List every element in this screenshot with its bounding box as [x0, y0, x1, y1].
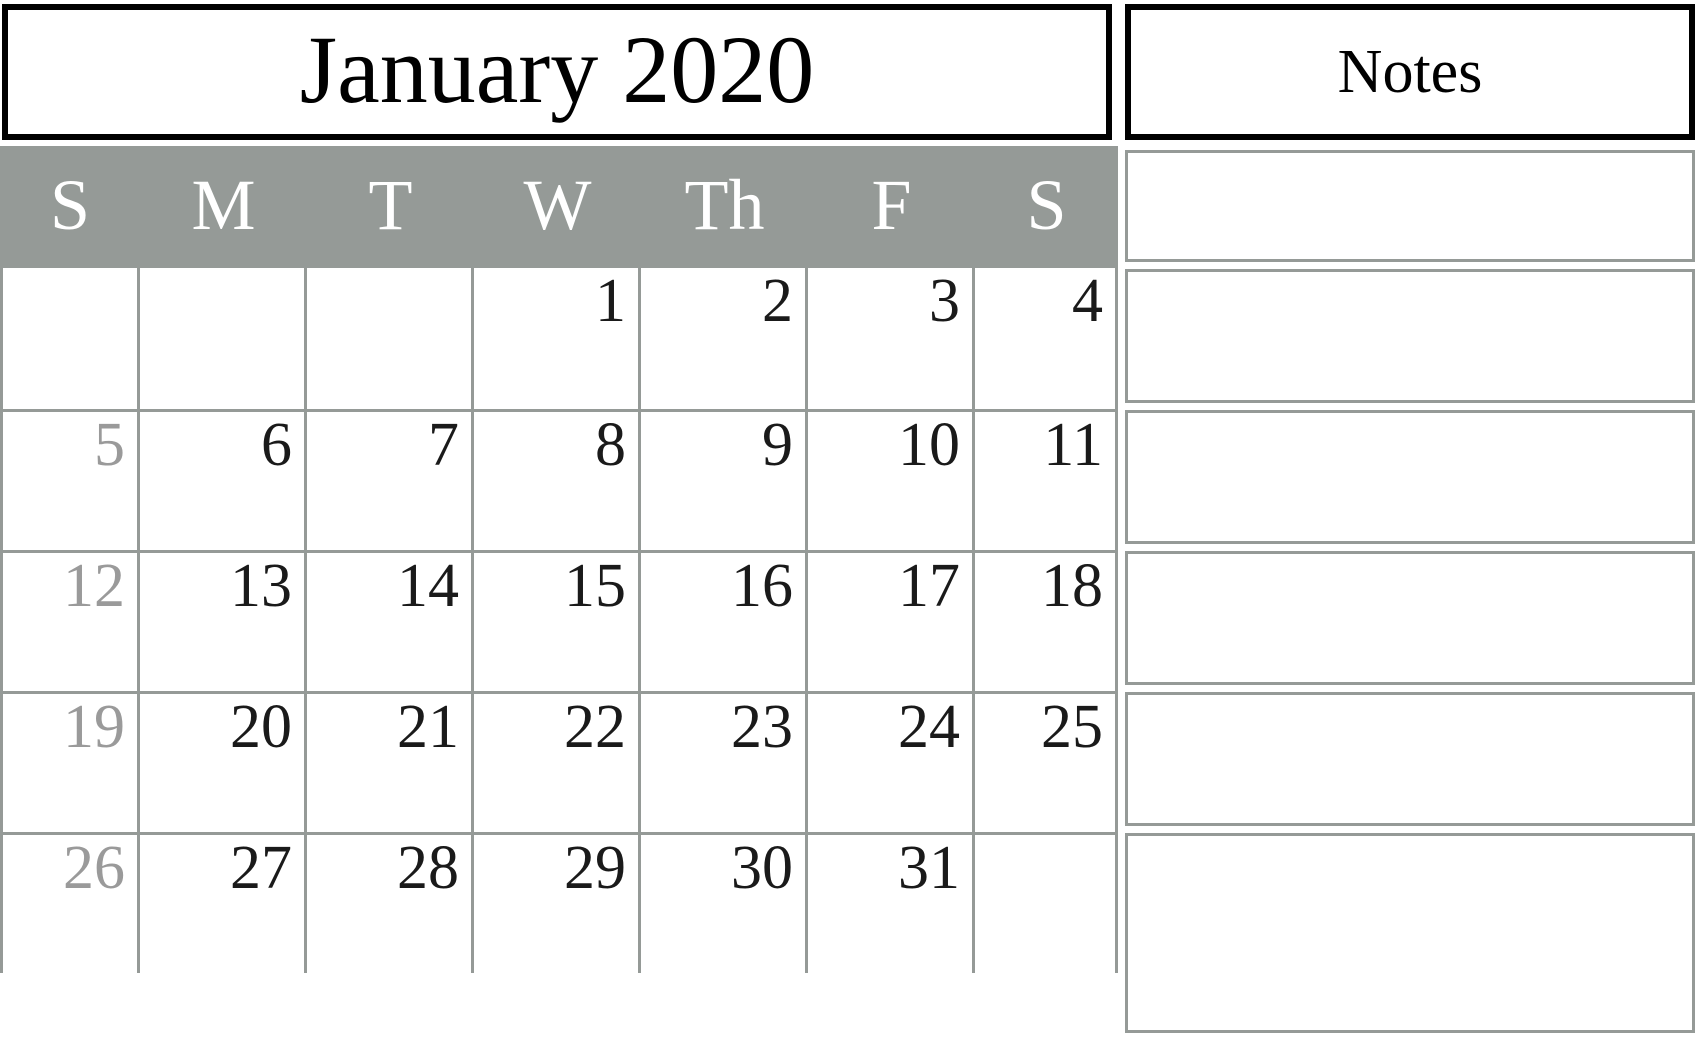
day-cell[interactable]: 22: [474, 694, 641, 832]
day-cell[interactable]: 5: [0, 412, 140, 550]
day-cell[interactable]: 11: [975, 412, 1118, 550]
weekday-header-monday: M: [191, 165, 256, 245]
weekday-header-wednesday: W: [523, 165, 592, 245]
day-number: 23: [731, 693, 793, 761]
day-cell[interactable]: 16: [641, 553, 808, 691]
calendar-week-grid: 1 2 3 4 5 6 7 8 9 10 11 12 13 14 15 16 17 18 19 20 21 22 23 24 2…: [0, 268, 1118, 1041]
notes-title-box: Notes: [1125, 4, 1695, 140]
weekday-header-sunday: S: [49, 165, 91, 245]
day-number: 27: [230, 834, 292, 902]
calendar-week-row: 19 20 21 22 23 24 25: [0, 691, 1118, 832]
day-cell[interactable]: 3: [808, 268, 975, 409]
weekday-header-tuesday: T: [368, 165, 413, 245]
day-number: 14: [397, 552, 459, 620]
day-cell[interactable]: 26: [0, 835, 140, 973]
day-cell[interactable]: 27: [140, 835, 307, 973]
weekday-header-row: S M T W Th F S: [0, 146, 1118, 268]
notes-panel: Notes: [1124, 0, 1700, 1041]
note-line-box[interactable]: [1125, 551, 1695, 685]
day-cell[interactable]: 6: [140, 412, 307, 550]
day-number: 24: [898, 693, 960, 761]
calendar-panel: January 2020 S M T W Th F S 1 2 3 4 5 6 7 8 9 10 11 12 13 1…: [0, 0, 1118, 1041]
day-cell[interactable]: 15: [474, 553, 641, 691]
note-line-box[interactable]: [1125, 833, 1695, 1033]
day-number: 26: [63, 834, 125, 902]
day-cell[interactable]: 13: [140, 553, 307, 691]
weekday-header-saturday: S: [1026, 165, 1067, 245]
day-number: 21: [397, 693, 459, 761]
day-cell[interactable]: 19: [0, 694, 140, 832]
day-cell-empty[interactable]: [307, 268, 474, 409]
calendar-week-row: 26 27 28 29 30 31: [0, 832, 1118, 973]
day-cell[interactable]: 4: [975, 268, 1118, 409]
day-number: 11: [1043, 411, 1103, 479]
day-cell[interactable]: 1: [474, 268, 641, 409]
day-cell[interactable]: 31: [808, 835, 975, 973]
day-number: 3: [929, 267, 960, 335]
day-number: 29: [564, 834, 626, 902]
day-number: 25: [1041, 693, 1103, 761]
weekday-header-friday: F: [871, 165, 912, 245]
day-number: 16: [731, 552, 793, 620]
day-cell[interactable]: 7: [307, 412, 474, 550]
day-number: 12: [63, 552, 125, 620]
day-cell[interactable]: 18: [975, 553, 1118, 691]
day-cell[interactable]: 30: [641, 835, 808, 973]
day-number: 8: [595, 411, 626, 479]
weekday-header-thursday: Th: [684, 165, 765, 245]
day-number: 19: [63, 693, 125, 761]
calendar-week-row: 1 2 3 4: [0, 268, 1118, 409]
day-cell[interactable]: 28: [307, 835, 474, 973]
day-number: 7: [428, 411, 459, 479]
day-number: 13: [230, 552, 292, 620]
calendar-week-row: 12 13 14 15 16 17 18: [0, 550, 1118, 691]
day-number: 1: [595, 267, 626, 335]
day-cell[interactable]: 12: [0, 553, 140, 691]
notes-heading: Notes: [1337, 38, 1483, 106]
day-number: 28: [397, 834, 459, 902]
day-number: 10: [898, 411, 960, 479]
note-line-box[interactable]: [1125, 410, 1695, 544]
note-line-box[interactable]: [1125, 150, 1695, 262]
day-number: 15: [564, 552, 626, 620]
day-number: 5: [94, 411, 125, 479]
day-cell-empty[interactable]: [140, 268, 307, 409]
day-cell[interactable]: 29: [474, 835, 641, 973]
day-number: 18: [1041, 552, 1103, 620]
day-number: 20: [230, 693, 292, 761]
day-cell[interactable]: 14: [307, 553, 474, 691]
day-number: 6: [261, 411, 292, 479]
day-number: 31: [898, 834, 960, 902]
month-title-box: January 2020: [2, 4, 1112, 140]
day-number: 30: [731, 834, 793, 902]
day-number: 4: [1072, 267, 1103, 335]
note-line-box[interactable]: [1125, 692, 1695, 826]
day-cell[interactable]: 8: [474, 412, 641, 550]
day-cell[interactable]: 25: [975, 694, 1118, 832]
day-cell[interactable]: 23: [641, 694, 808, 832]
day-cell[interactable]: 17: [808, 553, 975, 691]
day-number: 2: [762, 267, 793, 335]
day-cell[interactable]: 10: [808, 412, 975, 550]
day-cell[interactable]: 9: [641, 412, 808, 550]
day-cell[interactable]: 2: [641, 268, 808, 409]
day-number: 17: [898, 552, 960, 620]
day-cell[interactable]: 24: [808, 694, 975, 832]
day-cell[interactable]: 21: [307, 694, 474, 832]
day-cell-empty[interactable]: [975, 835, 1118, 973]
calendar-page: January 2020 S M T W Th F S 1 2 3 4 5 6 7 8 9 10 11 12 13 1…: [0, 0, 1700, 1041]
notes-line-list: [1125, 150, 1695, 1041]
day-cell-empty[interactable]: [0, 268, 140, 409]
day-number: 22: [564, 693, 626, 761]
day-number: 9: [762, 411, 793, 479]
note-line-box[interactable]: [1125, 269, 1695, 403]
calendar-week-row: 5 6 7 8 9 10 11: [0, 409, 1118, 550]
month-title: January 2020: [299, 16, 815, 123]
day-cell[interactable]: 20: [140, 694, 307, 832]
